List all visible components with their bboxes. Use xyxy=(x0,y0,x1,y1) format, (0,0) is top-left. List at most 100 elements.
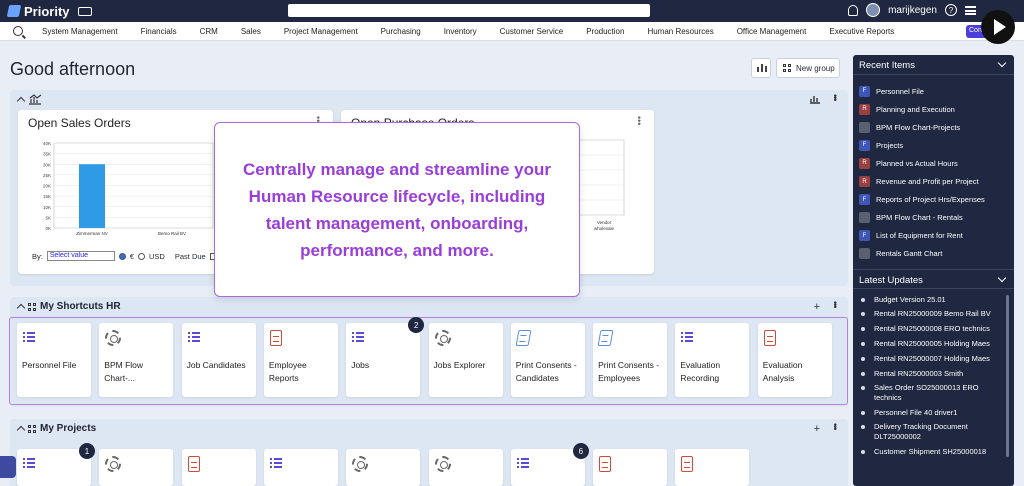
projects-card-planning-and[interactable]: Planning and xyxy=(593,449,668,486)
priority-logo[interactable]: Priority xyxy=(6,4,70,19)
shortcuts_hr-card-evaluation-analysis[interactable]: Evaluation Analysis xyxy=(757,323,832,397)
shortcuts_hr-card-employee-reports[interactable]: Employee Reports xyxy=(263,323,338,397)
update-item[interactable]: Rental RN25000005 Holding Maes xyxy=(861,339,1001,349)
my-projects-header[interactable]: My Projects xyxy=(16,423,96,435)
user-name[interactable]: marijkegen xyxy=(888,5,937,16)
projects-card-reports-of[interactable]: Reports of xyxy=(263,449,338,486)
bar-chart-icon[interactable] xyxy=(809,94,820,104)
bar[interactable] xyxy=(79,164,105,228)
recent-item-label: BPM Flow Chart-Projects xyxy=(876,122,961,132)
module-nav-items: System Management Financials CRM Sales Proje… xyxy=(42,27,917,36)
nav-item-crm[interactable]: CRM xyxy=(200,27,218,36)
bell-icon[interactable] xyxy=(848,4,859,16)
shortcuts_hr-card-print-consents-candidates[interactable]: Print Consents - Candidates xyxy=(510,323,585,397)
shortcuts_hr-card-print-consents-employees[interactable]: Print Consents - Employees xyxy=(593,323,668,397)
assistant-launcher-icon[interactable] xyxy=(0,456,16,478)
global-search-input[interactable] xyxy=(288,4,650,17)
shortcuts_hr-card-personnel-file[interactable]: Personnel File xyxy=(17,323,91,397)
chart-view-button[interactable] xyxy=(751,58,771,78)
recent-items-header[interactable]: Recent Items xyxy=(853,55,1014,75)
nav-item-office-management[interactable]: Office Management xyxy=(737,27,807,36)
y-tick-label: 35K xyxy=(43,152,51,157)
recent-item[interactable]: Rentals Gantt Chart xyxy=(859,247,942,261)
list-icon xyxy=(23,330,39,346)
projects-card-planned-vs[interactable]: Planned vs xyxy=(675,449,750,486)
nav-item-executive-reports[interactable]: Executive Reports xyxy=(829,27,894,36)
latest-updates-header[interactable]: Latest Updates xyxy=(853,269,1014,289)
chevron-down-icon[interactable] xyxy=(997,273,1007,283)
dashboard-panel-header[interactable] xyxy=(16,94,42,106)
shortcuts_hr-card-jobs-explorer[interactable]: Jobs Explorer xyxy=(428,323,503,397)
nav-item-inventory[interactable]: Inventory xyxy=(444,27,477,36)
add-icon[interactable]: + xyxy=(814,301,820,313)
recent-item[interactable]: R Revenue and Profit per Project xyxy=(859,175,979,189)
shortcuts-hr-header[interactable]: My Shortcuts HR xyxy=(16,301,121,313)
more-options-icon[interactable]: ••• xyxy=(830,423,840,435)
collapse-icon[interactable] xyxy=(16,425,26,435)
recent-item[interactable]: R Planned vs Actual Hours xyxy=(859,156,958,170)
update-item[interactable]: Sales Order SO25000013 ERO technics xyxy=(861,383,1001,403)
update-item[interactable]: Rental RN25000008 ERO technics xyxy=(861,324,1001,334)
recent-item[interactable]: R Planning and Execution xyxy=(859,102,955,116)
update-item[interactable]: Budget Version 25.01 xyxy=(861,295,1001,305)
help-icon[interactable]: ? xyxy=(945,4,957,16)
shortcuts_hr-card-bpm-flow-chart-[interactable]: BPM Flow Chart-... xyxy=(99,323,174,397)
list-icon xyxy=(269,456,286,472)
update-item[interactable]: Rental RN25000009 Bemo Rail BV xyxy=(861,309,1001,319)
projects-card-bpm-flow[interactable]: BPM Flow xyxy=(99,449,174,486)
recent-item[interactable]: F Personnel File xyxy=(859,84,924,98)
recent-item-type-icon: F xyxy=(859,230,870,242)
update-item[interactable]: Delivery Tracking Document DLT25000002 xyxy=(861,422,1001,442)
shortcuts_hr-card-jobs[interactable]: Jobs xyxy=(346,323,421,397)
nav-item-purchasing[interactable]: Purchasing xyxy=(381,27,421,36)
nav-item-production[interactable]: Production xyxy=(586,27,624,36)
update-item[interactable]: Rental RN25000007 Holding Maes xyxy=(861,354,1001,364)
update-item[interactable]: Personnel File 40 driver1 xyxy=(861,408,1001,418)
search-icon[interactable] xyxy=(13,26,23,36)
list-icon xyxy=(681,330,697,346)
nav-item-financials[interactable]: Financials xyxy=(141,27,177,36)
y-tick-label: 15K xyxy=(43,194,51,199)
grid-icon xyxy=(783,64,791,72)
collapse-icon[interactable] xyxy=(16,303,26,313)
add-icon[interactable]: + xyxy=(814,423,820,435)
keyboard-icon[interactable] xyxy=(77,6,92,16)
new-group-button[interactable]: New group xyxy=(776,58,840,78)
hr-promo-callout: Centrally manage and streamline your Hum… xyxy=(214,122,580,297)
y-tick-label: 0K xyxy=(45,226,51,231)
shortcuts_hr-card-job-candidates[interactable]: Job Candidates xyxy=(181,323,256,397)
avatar[interactable] xyxy=(866,3,881,17)
x-tick-label: Vendor xyxy=(597,220,612,225)
filter-select[interactable]: Select value xyxy=(46,251,115,261)
projects-card-prepare-pro[interactable]: Prepare Pro xyxy=(346,449,421,486)
currency-usd-radio[interactable] xyxy=(138,252,146,260)
recent-item[interactable]: F Projects xyxy=(859,138,903,152)
recent-item[interactable]: BPM Flow Chart - Rentals xyxy=(859,211,963,225)
card-label: Jobs Explorer xyxy=(433,360,486,370)
collapse-icon[interactable] xyxy=(16,96,26,106)
play-video-button[interactable] xyxy=(981,10,1015,44)
nav-item-customer-service[interactable]: Customer Service xyxy=(500,27,564,36)
recent-item-type-icon xyxy=(859,212,870,224)
recent-items-title: Recent Items xyxy=(859,60,915,71)
chevron-down-icon[interactable] xyxy=(997,58,1007,68)
shortcuts_hr-card-evaluation-recording[interactable]: Evaluation Recording xyxy=(675,323,750,397)
menu-icon[interactable] xyxy=(965,5,976,15)
update-item[interactable]: Customer Shipment SH25000018 xyxy=(861,447,1001,457)
currency-euro-radio[interactable] xyxy=(118,252,126,260)
more-options-icon[interactable]: ••• xyxy=(830,301,840,313)
recent-item[interactable]: BPM Flow Chart-Projects xyxy=(859,120,960,134)
more-options-icon[interactable]: ••• xyxy=(830,94,840,104)
projects-card-revenue-and[interactable]: Revenue and xyxy=(181,449,256,486)
recent-item[interactable]: F List of Equipment for Rent xyxy=(859,229,963,243)
nav-item-project-management[interactable]: Project Management xyxy=(284,27,358,36)
projects-card-open-purch[interactable]: Open Purch xyxy=(428,449,503,486)
update-item[interactable]: Rental RN25000003 Smith xyxy=(861,369,1001,379)
report-icon xyxy=(187,456,200,472)
sidebar-scrollbar[interactable] xyxy=(1006,295,1009,457)
more-options-icon[interactable]: ••• xyxy=(634,116,644,125)
nav-item-sales[interactable]: Sales xyxy=(241,27,261,36)
nav-item-human-resources[interactable]: Human Resources xyxy=(647,27,713,36)
recent-item[interactable]: F Reports of Project Hrs/Expenses xyxy=(859,193,985,207)
nav-item-system-management[interactable]: System Management xyxy=(42,27,118,36)
